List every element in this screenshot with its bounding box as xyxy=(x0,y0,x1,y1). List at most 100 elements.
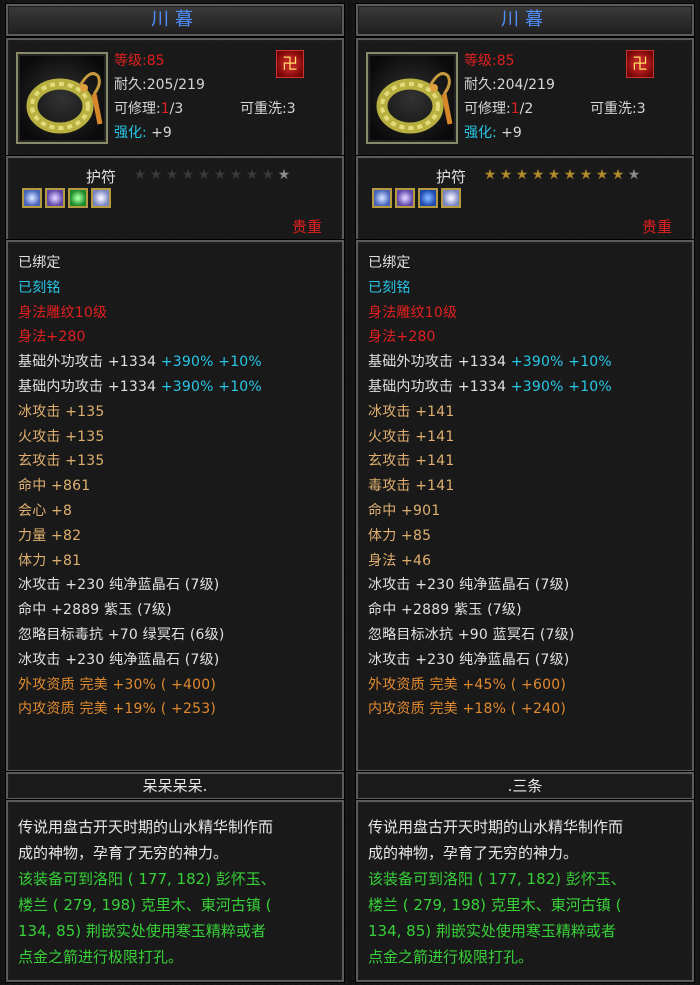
stat-text: 身法+280 xyxy=(368,329,436,346)
stat-line: 内攻资质 完美 +18% ( +240) xyxy=(368,698,566,718)
blue-gem-icon[interactable] xyxy=(91,188,111,208)
stat-text: 已刻铭 xyxy=(368,279,411,296)
description-line: 该装备可到洛阳 ( 177, 182) 彭怀玉、 xyxy=(18,870,276,888)
item-repairable: 可修理:1/3 xyxy=(114,98,183,118)
item-level: 等级:85 xyxy=(464,53,515,69)
stat-text: 已绑定 xyxy=(368,255,411,271)
item-enhance: 强化: +9 xyxy=(464,122,522,142)
stat-line: 已刻铭 xyxy=(368,277,411,297)
star-icon: ★ xyxy=(213,167,227,183)
blue-gem-icon[interactable] xyxy=(372,188,392,208)
stat-line: 命中 +2889 紫玉 (7级) xyxy=(368,599,522,619)
star-icon: ★ xyxy=(245,167,259,183)
description-line: 134, 85) 荆嵌实处使用寒玉精粹或者 xyxy=(18,922,266,940)
precious-tag: 贵重 xyxy=(291,218,322,236)
blue-gem-icon[interactable] xyxy=(441,188,461,208)
stat-text: 外攻资质 完美 +45% ( +600) xyxy=(368,676,567,693)
stat-text: 玄攻击 +135 xyxy=(18,453,105,470)
amulet-icon[interactable] xyxy=(16,52,108,144)
item-durability: 耐久:205/219 xyxy=(114,77,205,93)
stat-text: 基础外功攻击 +1334 xyxy=(368,354,507,371)
star-rating: ★ ★ ★ ★ ★ ★ ★ ★ ★ ★ xyxy=(132,166,292,184)
stat-text: 内攻资质 完美 +19% ( +253) xyxy=(18,701,217,718)
stat-line: 会心 +8 xyxy=(18,500,72,520)
enhance-value: +9 xyxy=(151,125,172,141)
item-level: 等级:85 xyxy=(114,53,165,69)
stat-text: 身法 +46 xyxy=(368,552,432,569)
stat-line: 身法雕纹10级 xyxy=(18,302,107,322)
description-line: 传说用盘古开天时期的山水精华制作而 xyxy=(368,818,624,836)
stat-text: 基础外功攻击 +1334 xyxy=(18,354,157,371)
stat-line: 外攻资质 完美 +30% ( +400) xyxy=(18,674,216,694)
description-line: 传说用盘古开天时期的山水精华制作而 xyxy=(18,818,274,836)
repair-max: /3 xyxy=(169,101,184,117)
stat-line: 体力 +85 xyxy=(368,525,431,545)
item-rewash: 可重洗:3 xyxy=(240,101,296,117)
description-line: 点金之箭进行极限打孔。 xyxy=(18,948,184,966)
star-icon: ★ xyxy=(181,167,195,183)
stat-line: 力量 +82 xyxy=(18,525,81,545)
repair-count: 1 xyxy=(160,101,170,117)
stat-text: 冰攻击 +230 纯净蓝晶石 (7级) xyxy=(368,651,570,668)
description-line: 成的神物，孕育了无穷的神力。 xyxy=(18,844,229,862)
item-title: 川暮 xyxy=(6,4,344,36)
item-category: 护符 xyxy=(86,168,117,186)
amulet-icon[interactable] xyxy=(366,52,458,144)
description-line: 成的神物，孕育了无穷的神力。 xyxy=(368,844,579,862)
stat-text: 基础内功攻击 +1334 xyxy=(368,379,507,395)
stat-line: 忽略目标冰抗 +90 蓝冥石 (7级) xyxy=(368,624,575,644)
star-icon: ★ xyxy=(547,167,561,183)
stat-bonus: +390% +10% xyxy=(506,354,612,371)
stat-line: 冰攻击 +230 纯净蓝晶石 (7级) xyxy=(18,574,219,594)
stat-line: 冰攻击 +135 xyxy=(18,401,105,421)
stat-text: 火攻击 +135 xyxy=(18,428,105,445)
star-icon: ★ xyxy=(499,167,513,183)
bound-seal-icon: 卍 xyxy=(626,50,654,78)
stat-line: 火攻击 +141 xyxy=(368,426,455,446)
stat-line: 身法雕纹10级 xyxy=(368,302,457,322)
item-sockets: 护符 ★ ★ ★ ★ ★ ★ ★ ★ ★ ★ 贵重 xyxy=(6,156,344,244)
purple-gem-icon[interactable] xyxy=(45,188,65,208)
stat-text: 忽略目标毒抗 +70 绿冥石 (6级) xyxy=(18,627,225,643)
blue-gem-icon[interactable] xyxy=(22,188,42,208)
description-line: 该装备可到洛阳 ( 177, 182) 彭怀玉、 xyxy=(368,870,626,888)
stat-line: 忽略目标毒抗 +70 绿冥石 (6级) xyxy=(18,624,225,644)
stat-line: 已绑定 xyxy=(18,252,61,272)
item-description: 传说用盘古开天时期的山水精华制作而 成的神物，孕育了无穷的神力。该装备可到洛阳 (… xyxy=(356,800,694,982)
item-header: 卍 等级:85 耐久:205/219 可修理:1/3 可重洗:3 强化: +9 xyxy=(6,38,344,158)
purple-gem-icon[interactable] xyxy=(395,188,415,208)
stat-line: 冰攻击 +141 xyxy=(368,401,455,421)
stat-line: 冰攻击 +230 纯净蓝晶石 (7级) xyxy=(368,649,569,669)
stat-text: 火攻击 +141 xyxy=(368,428,455,445)
star-icon: ★ xyxy=(515,167,529,183)
green-gem-icon[interactable] xyxy=(68,188,88,208)
bound-seal-icon: 卍 xyxy=(276,50,304,78)
item-category: 护符 xyxy=(436,168,467,186)
item-durability: 耐久:204/219 xyxy=(464,77,555,93)
stat-text: 外攻资质 完美 +30% ( +400) xyxy=(18,676,217,693)
item-rewash: 可重洗:3 xyxy=(590,101,646,117)
blue-gem-icon[interactable] xyxy=(418,188,438,208)
stat-text: 冰攻击 +230 纯净蓝晶石 (7级) xyxy=(368,577,570,594)
star-icon: ★ xyxy=(483,167,497,183)
stat-text: 身法雕纹10级 xyxy=(368,304,458,321)
stat-line: 命中 +2889 紫玉 (7级) xyxy=(18,599,172,619)
item-header: 卍 等级:85 耐久:204/219 可修理:1/2 可重洗:3 强化: +9 xyxy=(356,38,694,158)
item-name: 川暮 xyxy=(501,9,549,30)
star-icon: ★ xyxy=(611,167,625,183)
stat-text: 内攻资质 完美 +18% ( +240) xyxy=(368,701,567,718)
item-owner: .三条 xyxy=(356,772,694,800)
star-icon: ★ xyxy=(277,167,291,183)
repair-max: /2 xyxy=(519,101,534,117)
stat-text: 命中 +2889 紫玉 (7级) xyxy=(368,602,522,619)
stat-line: 基础外功攻击 +1334 +390% +10% xyxy=(18,351,262,371)
item-description: 传说用盘古开天时期的山水精华制作而 成的神物，孕育了无穷的神力。该装备可到洛阳 (… xyxy=(6,800,344,982)
stat-line: 玄攻击 +135 xyxy=(18,450,105,470)
star-icon: ★ xyxy=(563,167,577,183)
description-line: 点金之箭进行极限打孔。 xyxy=(368,948,534,966)
stat-text: 忽略目标冰抗 +90 蓝冥石 (7级) xyxy=(368,627,575,643)
stat-line: 冰攻击 +230 纯净蓝晶石 (7级) xyxy=(18,649,219,669)
stat-text: 已刻铭 xyxy=(18,279,61,296)
stat-line: 基础外功攻击 +1334 +390% +10% xyxy=(368,351,612,371)
description-line: 楼兰 ( 279, 198) 克里木、東河古镇 ( xyxy=(368,896,622,914)
